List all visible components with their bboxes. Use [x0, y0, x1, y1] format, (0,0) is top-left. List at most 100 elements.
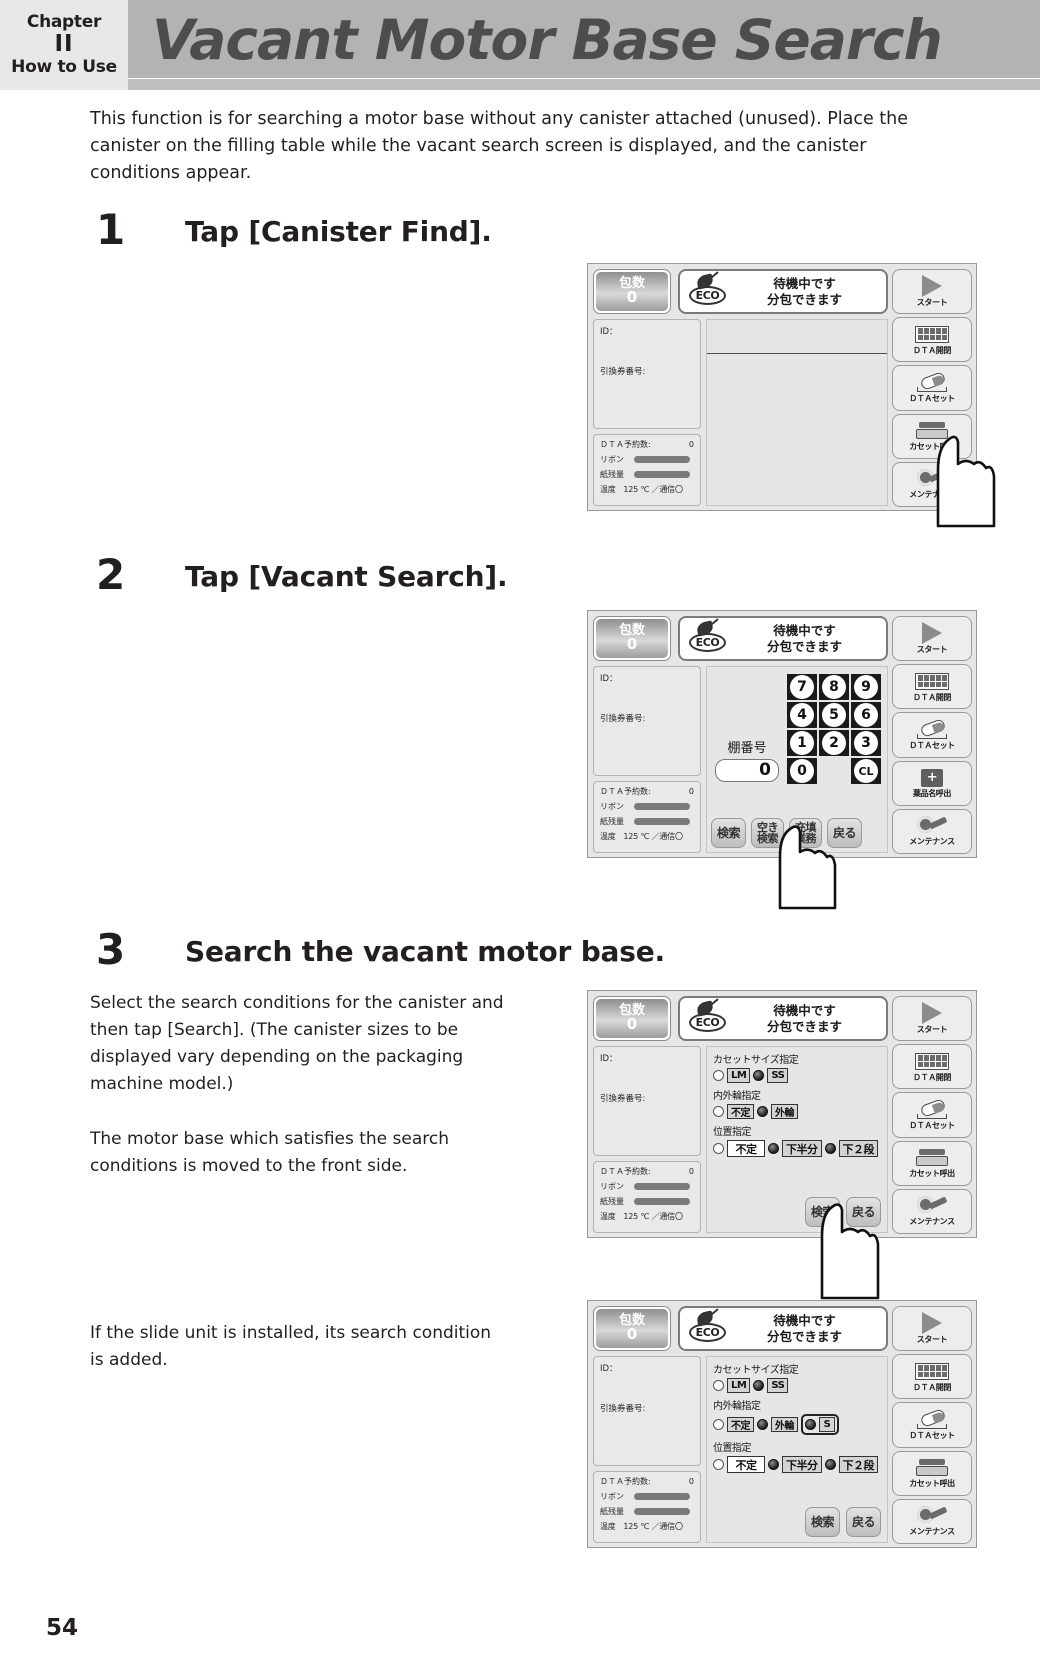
count-box: 包数 0 — [593, 269, 671, 314]
sidebar-button-maintenance[interactable]: メンテナンス — [892, 1498, 972, 1545]
option-ring-undefined[interactable]: 不定 — [727, 1104, 754, 1119]
sidebar-label-dta-open: ＤＴＡ開閉 — [913, 1072, 951, 1082]
key-8[interactable]: 8 — [819, 674, 849, 700]
sidebar-button-start[interactable]: スタート — [892, 1306, 972, 1352]
sidebar-label-start: スタート — [916, 297, 948, 307]
sidebar-button-start[interactable]: スタート — [892, 269, 972, 315]
key-1[interactable]: 1 — [787, 730, 817, 756]
page-header: Chapter II How to Use Vacant Motor Base … — [0, 0, 1040, 90]
option-ring-undefined[interactable]: 不定 — [727, 1417, 754, 1432]
play-icon — [922, 275, 942, 298]
radio-ring-undefined[interactable] — [713, 1106, 724, 1117]
sidebar-label-dta-open: ＤＴＡ開閉 — [913, 345, 951, 355]
sidebar-label-dta-open: ＤＴＡ開閉 — [913, 1382, 951, 1392]
sidebar-button-dta-open[interactable]: ＤＴＡ開閉 — [892, 317, 972, 363]
sidebar-button-dta-open[interactable]: ＤＴＡ開閉 — [892, 1044, 972, 1090]
filling-work-button[interactable]: 充填 業務 — [789, 818, 823, 848]
conditions-button-row: 検索 戻る — [804, 1507, 881, 1537]
search-button[interactable]: 検索 — [804, 1507, 840, 1537]
cassette-icon — [916, 420, 948, 441]
key-7[interactable]: 7 — [787, 674, 817, 700]
sidebar-label-dta-set: ＤＴＡセット — [909, 741, 955, 750]
radio-pos-undefined[interactable] — [713, 1459, 724, 1470]
option-ss[interactable]: SS — [767, 1378, 789, 1393]
option-lower-half[interactable]: 下半分 — [782, 1140, 822, 1157]
count-value: 0 — [626, 635, 638, 654]
key-2[interactable]: 2 — [819, 730, 849, 756]
sidebar-label-start: スタート — [916, 1024, 948, 1034]
back-button[interactable]: 戻る — [845, 1507, 881, 1537]
sidebar-button-start[interactable]: スタート — [892, 616, 972, 662]
radio-ss[interactable] — [753, 1070, 765, 1081]
radio-lm[interactable] — [713, 1380, 724, 1391]
capsule-icon — [915, 1097, 949, 1120]
key-6[interactable]: 6 — [851, 702, 881, 728]
radio-lm[interactable] — [713, 1070, 724, 1081]
sidebar-button-dta-open[interactable]: ＤＴＡ開閉 — [892, 1354, 972, 1400]
vacant-search-button[interactable]: 空き 検索 — [751, 818, 785, 848]
sidebar-button-dta-set[interactable]: ＤＴＡセット — [892, 1092, 972, 1138]
sidebar-button-maintenance[interactable]: メンテナンス — [892, 1188, 972, 1235]
sidebar-label-dta-open: ＤＴＡ開閉 — [913, 692, 951, 702]
status-line-2: 分包できます — [766, 1018, 842, 1034]
radio-lower-half[interactable] — [768, 1459, 779, 1470]
option-lm[interactable]: LM — [727, 1068, 751, 1083]
radio-outer-ring[interactable] — [757, 1419, 768, 1430]
paper-bar — [634, 1508, 690, 1515]
shelf-number-input[interactable]: 0 — [715, 759, 779, 782]
sidebar-button-cassette-call[interactable]: カセット呼出 — [892, 1140, 972, 1186]
option-pos-undefined[interactable]: 不定 — [727, 1140, 765, 1157]
option-outer-ring[interactable]: 外輪 — [771, 1104, 798, 1119]
step3-paragraph-c: If the slide unit is installed, its sear… — [90, 1323, 492, 1370]
cassette-size-label: カセットサイズ指定 — [713, 1055, 799, 1066]
stat-temp: 温度 125 ℃ ／通信〇 — [600, 832, 683, 841]
device-sidebar: スタート ＤＴＡ開閉 ＤＴＡセット カセット呼出 メンテナンス — [892, 1306, 972, 1545]
radio-lower-half[interactable] — [768, 1143, 779, 1154]
back-button[interactable]: 戻る — [827, 818, 863, 848]
sidebar-button-maintenance[interactable]: メンテナンス — [892, 461, 972, 508]
key-3[interactable]: 3 — [851, 730, 881, 756]
cassette-size-row: LM SS — [713, 1378, 885, 1393]
option-lower-two-tiers[interactable]: 下２段 — [838, 1456, 878, 1473]
option-ss[interactable]: SS — [767, 1068, 789, 1083]
radio-lower-two-tiers[interactable] — [824, 1143, 836, 1154]
radio-lower-two-tiers[interactable] — [824, 1459, 836, 1470]
chapter-subtitle: How to Use — [11, 56, 117, 77]
key-clear[interactable]: CL — [851, 758, 881, 784]
radio-outer-ring[interactable] — [757, 1106, 768, 1117]
sidebar-button-dta-open[interactable]: ＤＴＡ開閉 — [892, 664, 972, 710]
step-2-number: 2 — [96, 550, 126, 599]
device-screen-1: 包数 0 ECO 待機中です 分包できます ID： 引換券番号: ＤＴＡ予約数:… — [587, 263, 977, 511]
sidebar-label-cassette-call: カセット呼出 — [909, 442, 955, 452]
ring-label: 内外輪指定 — [713, 1401, 761, 1412]
sidebar-button-dta-set[interactable]: ＤＴＡセット — [892, 1402, 972, 1448]
radio-ring-undefined[interactable] — [713, 1419, 724, 1430]
sidebar-button-dta-set[interactable]: ＤＴＡセット — [892, 365, 972, 411]
sidebar-button-medicine-call[interactable]: + 薬品名呼出 — [892, 760, 972, 806]
key-5[interactable]: 5 — [819, 702, 849, 728]
sidebar-button-maintenance[interactable]: メンテナンス — [892, 808, 972, 855]
option-slide[interactable]: S — [819, 1417, 835, 1432]
grid-icon — [915, 1051, 949, 1072]
sidebar-button-cassette-call[interactable]: カセット呼出 — [892, 413, 972, 459]
sidebar-button-start[interactable]: スタート — [892, 996, 972, 1042]
option-lm[interactable]: LM — [727, 1378, 751, 1393]
sidebar-button-dta-set[interactable]: ＤＴＡセット — [892, 712, 972, 758]
key-4[interactable]: 4 — [787, 702, 817, 728]
radio-pos-undefined[interactable] — [713, 1143, 724, 1154]
search-button[interactable]: 検索 — [711, 818, 747, 848]
key-9[interactable]: 9 — [851, 674, 881, 700]
option-outer-ring[interactable]: 外輪 — [771, 1417, 798, 1432]
option-lower-half[interactable]: 下半分 — [782, 1456, 822, 1473]
stat-dta-label: ＤＴＡ予約数: — [600, 440, 651, 449]
radio-slide[interactable] — [805, 1419, 816, 1430]
option-lower-two-tiers[interactable]: 下２段 — [838, 1140, 878, 1157]
stat-dta-value: 0 — [688, 1167, 694, 1176]
search-button[interactable]: 検索 — [804, 1197, 840, 1227]
back-button[interactable]: 戻る — [845, 1197, 881, 1227]
radio-ss[interactable] — [753, 1380, 765, 1391]
sidebar-button-cassette-call[interactable]: カセット呼出 — [892, 1450, 972, 1496]
info-panel: ID： 引換券番号: — [593, 1356, 701, 1466]
option-pos-undefined[interactable]: 不定 — [727, 1456, 765, 1473]
key-0[interactable]: 0 — [787, 758, 817, 784]
